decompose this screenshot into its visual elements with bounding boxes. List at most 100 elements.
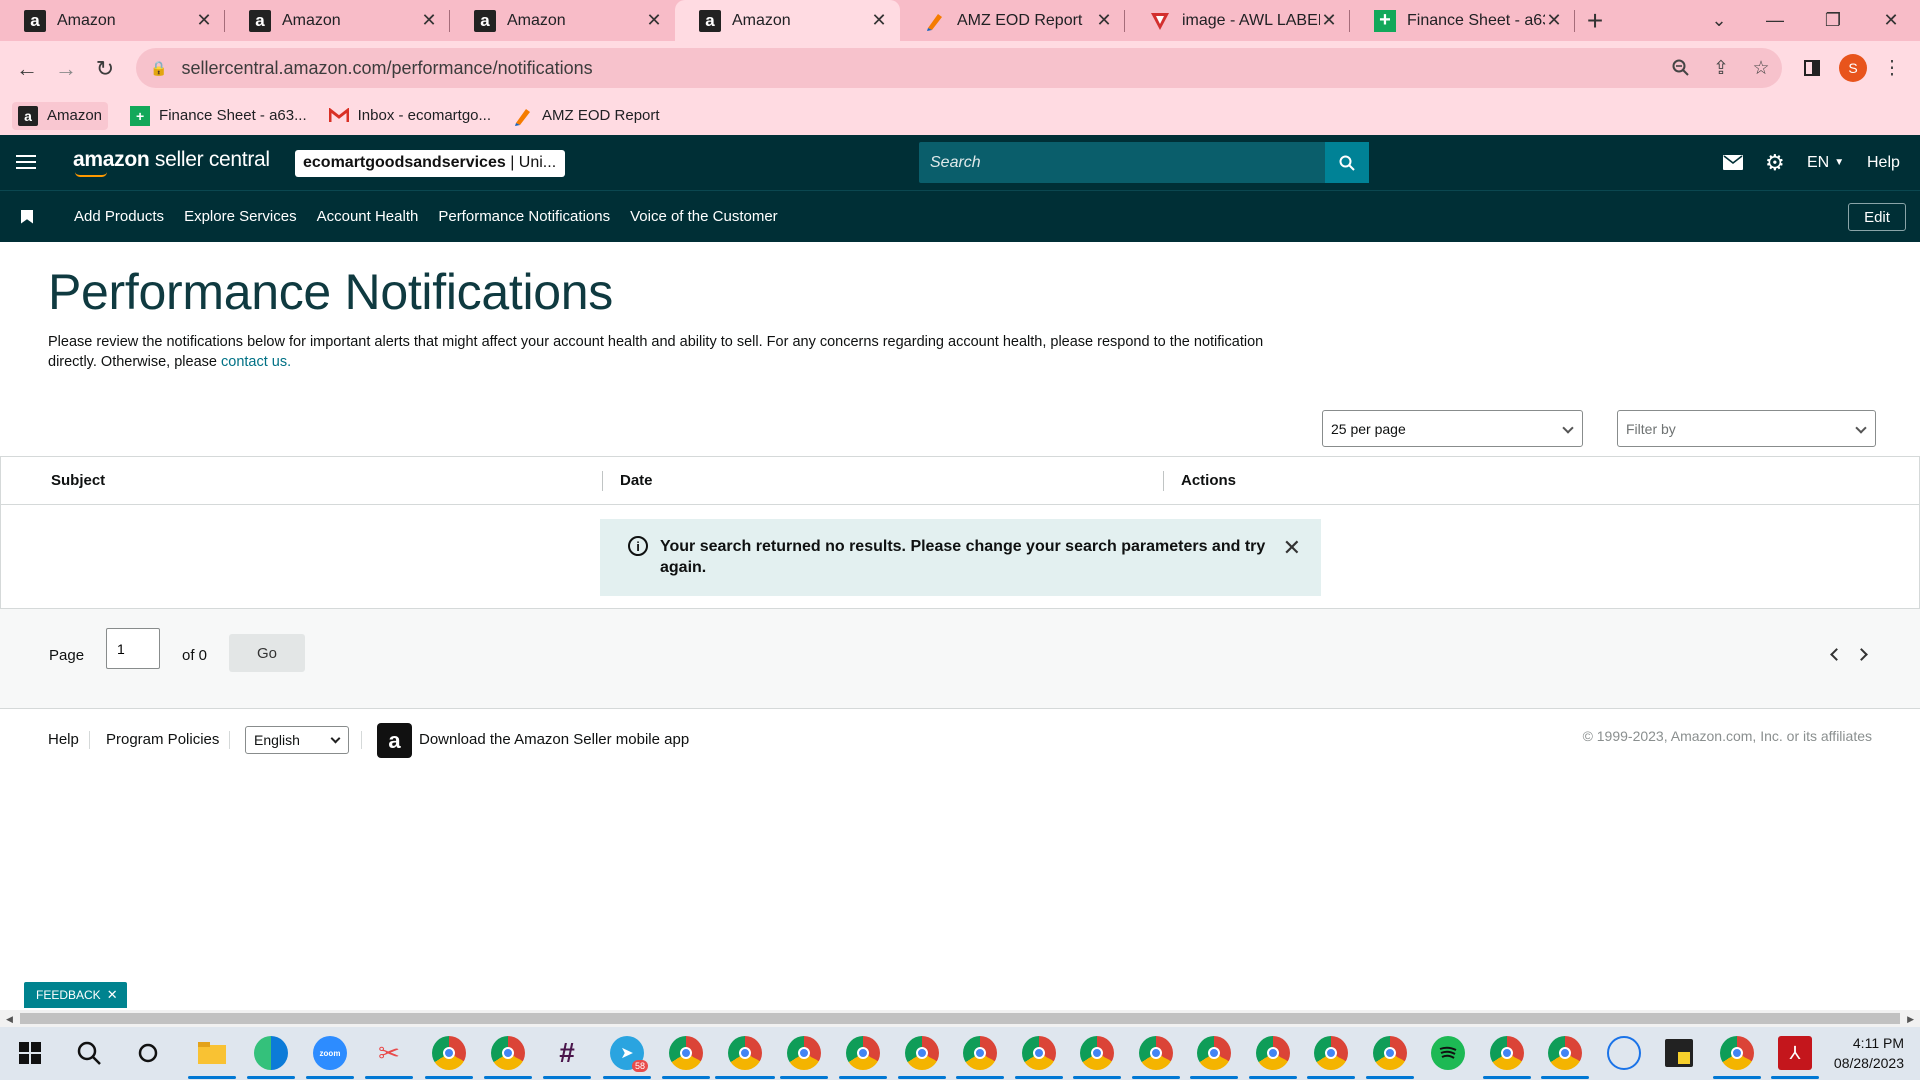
bookmark-star-icon[interactable]: ☆ bbox=[1743, 50, 1779, 86]
zoom-icon[interactable]: zoom bbox=[306, 1036, 354, 1079]
browser-tab-active[interactable]: a Amazon ✕ bbox=[675, 0, 900, 41]
forward-icon[interactable]: → bbox=[48, 51, 84, 87]
file-explorer-icon[interactable] bbox=[188, 1036, 236, 1079]
chrome-icon[interactable] bbox=[662, 1036, 710, 1079]
scroll-left-icon[interactable]: ◀ bbox=[6, 1014, 13, 1025]
chrome-icon[interactable] bbox=[715, 1036, 775, 1079]
tab-close-icon[interactable]: ✕ bbox=[1095, 10, 1113, 31]
nav-performance-notifications[interactable]: Performance Notifications bbox=[438, 208, 610, 225]
search-input[interactable] bbox=[919, 142, 1325, 183]
chrome-icon[interactable] bbox=[1366, 1036, 1414, 1079]
chrome-icon[interactable] bbox=[1713, 1036, 1761, 1079]
chrome-icon[interactable] bbox=[425, 1036, 473, 1079]
filter-dropdown[interactable]: Filter by bbox=[1617, 410, 1876, 447]
bookmark-finance-sheet[interactable]: + Finance Sheet - a63... bbox=[130, 105, 307, 126]
browser-tab[interactable]: a Amazon ✕ bbox=[450, 0, 675, 41]
windows-start-icon[interactable] bbox=[13, 1036, 47, 1070]
tab-close-icon[interactable]: ✕ bbox=[1545, 10, 1563, 31]
browser-tab[interactable]: a Amazon ✕ bbox=[0, 0, 225, 41]
tab-close-icon[interactable]: ✕ bbox=[195, 10, 213, 31]
chrome-icon[interactable] bbox=[839, 1036, 887, 1079]
close-icon[interactable]: ✕ bbox=[107, 987, 118, 1003]
nav-voice-of-customer[interactable]: Voice of the Customer bbox=[630, 208, 778, 225]
address-bar[interactable]: 🔒 sellercentral.amazon.com/performance/n… bbox=[136, 48, 1782, 88]
chrome-icon[interactable] bbox=[1132, 1036, 1180, 1079]
hamburger-menu-icon[interactable] bbox=[16, 152, 36, 172]
browser-tab[interactable]: AMZ EOD Report ✕ bbox=[900, 0, 1125, 41]
program-policies-link[interactable]: Program Policies bbox=[106, 731, 219, 748]
back-icon[interactable]: ← bbox=[9, 51, 45, 87]
chrome-icon[interactable] bbox=[1307, 1036, 1355, 1079]
browser-tab[interactable]: + Finance Sheet - a63 - ✕ bbox=[1350, 0, 1575, 41]
download-app-link[interactable]: Download the Amazon Seller mobile app bbox=[419, 731, 689, 748]
chrome-icon[interactable] bbox=[1015, 1036, 1063, 1079]
chrome-icon[interactable] bbox=[1073, 1036, 1121, 1079]
sticky-notes-icon[interactable] bbox=[1665, 1039, 1693, 1067]
spotify-icon[interactable] bbox=[1431, 1036, 1465, 1070]
bookmark-icon[interactable] bbox=[21, 209, 33, 224]
store-selector[interactable]: ecomartgoodsandservices | Uni... bbox=[295, 150, 565, 177]
page-number-input[interactable] bbox=[106, 628, 160, 669]
tab-close-icon[interactable]: ✕ bbox=[645, 10, 663, 31]
tab-close-icon[interactable]: ✕ bbox=[420, 10, 438, 31]
per-page-dropdown[interactable]: 25 per page bbox=[1322, 410, 1583, 447]
search-icon[interactable] bbox=[72, 1036, 106, 1070]
browser-menu-icon[interactable]: ⋮ bbox=[1874, 50, 1910, 86]
search-button[interactable] bbox=[1325, 142, 1369, 183]
footer-language-select[interactable]: English bbox=[245, 726, 349, 754]
close-icon[interactable]: ✕ bbox=[1283, 535, 1301, 561]
side-panel-icon[interactable] bbox=[1794, 50, 1830, 86]
nav-account-health[interactable]: Account Health bbox=[317, 208, 419, 225]
tab-search-icon[interactable]: ⌄ bbox=[1690, 0, 1748, 41]
edit-button[interactable]: Edit bbox=[1848, 203, 1906, 231]
chrome-icon[interactable] bbox=[780, 1036, 828, 1079]
bookmark-inbox[interactable]: Inbox - ecomartgo... bbox=[328, 106, 491, 126]
system-clock[interactable]: 4:11 PM 08/28/2023 bbox=[1834, 1033, 1904, 1073]
share-icon[interactable]: ⇪ bbox=[1703, 50, 1739, 86]
bookmark-eod-report[interactable]: AMZ EOD Report bbox=[513, 106, 660, 126]
chat-icon[interactable] bbox=[1607, 1036, 1641, 1070]
chrome-icon[interactable] bbox=[898, 1036, 946, 1079]
feedback-button[interactable]: FEEDBACK ✕ bbox=[24, 982, 127, 1008]
chrome-icon[interactable] bbox=[1483, 1036, 1531, 1079]
task-view-icon[interactable] bbox=[131, 1036, 165, 1070]
amazon-app-icon[interactable]: a bbox=[377, 723, 412, 758]
settings-gear-icon[interactable]: ⚙ bbox=[1765, 135, 1785, 190]
mail-icon[interactable] bbox=[1723, 135, 1743, 190]
prev-page-icon[interactable] bbox=[1830, 648, 1843, 661]
zoom-icon[interactable] bbox=[1663, 50, 1699, 86]
browser-tab[interactable]: image - AWL LABEL ✕ bbox=[1125, 0, 1350, 41]
header-help-link[interactable]: Help bbox=[1867, 135, 1900, 190]
telegram-icon[interactable]: ➤ 58 bbox=[603, 1036, 651, 1079]
go-button[interactable]: Go bbox=[229, 634, 305, 672]
snipping-tool-icon[interactable]: ✂ bbox=[365, 1036, 413, 1079]
tab-close-icon[interactable]: ✕ bbox=[870, 10, 888, 31]
close-window-button[interactable]: ✕ bbox=[1862, 0, 1920, 41]
bookmark-amazon[interactable]: a Amazon bbox=[12, 101, 109, 130]
restore-button[interactable]: ❐ bbox=[1804, 0, 1862, 41]
new-tab-button[interactable]: + bbox=[1575, 0, 1615, 41]
edge-icon[interactable] bbox=[247, 1036, 295, 1079]
column-subject[interactable]: Subject bbox=[51, 472, 105, 489]
reload-icon[interactable]: ↻ bbox=[87, 51, 123, 87]
contact-us-link[interactable]: contact us. bbox=[221, 354, 291, 370]
footer-help-link[interactable]: Help bbox=[48, 731, 79, 748]
acrobat-icon[interactable]: ⅄ bbox=[1771, 1036, 1819, 1079]
minimize-button[interactable]: — bbox=[1746, 0, 1804, 41]
column-date[interactable]: Date bbox=[620, 472, 653, 489]
slack-icon[interactable]: # bbox=[543, 1036, 591, 1079]
nav-explore-services[interactable]: Explore Services bbox=[184, 208, 297, 225]
scroll-right-icon[interactable]: ▶ bbox=[1907, 1014, 1914, 1025]
browser-tab[interactable]: a Amazon ✕ bbox=[225, 0, 450, 41]
chrome-icon[interactable] bbox=[1190, 1036, 1238, 1079]
chrome-icon[interactable] bbox=[484, 1036, 532, 1079]
language-selector[interactable]: EN ▼ bbox=[1807, 135, 1844, 190]
seller-central-logo[interactable]: amazon seller central bbox=[73, 148, 270, 177]
next-page-icon[interactable] bbox=[1855, 648, 1868, 661]
nav-add-products[interactable]: Add Products bbox=[74, 208, 164, 225]
chrome-icon[interactable] bbox=[1541, 1036, 1589, 1079]
chrome-icon[interactable] bbox=[956, 1036, 1004, 1079]
scrollbar-thumb[interactable] bbox=[20, 1013, 1900, 1024]
horizontal-scrollbar[interactable]: ◀ ▶ bbox=[0, 1010, 1920, 1027]
profile-avatar[interactable]: S bbox=[1835, 50, 1871, 86]
